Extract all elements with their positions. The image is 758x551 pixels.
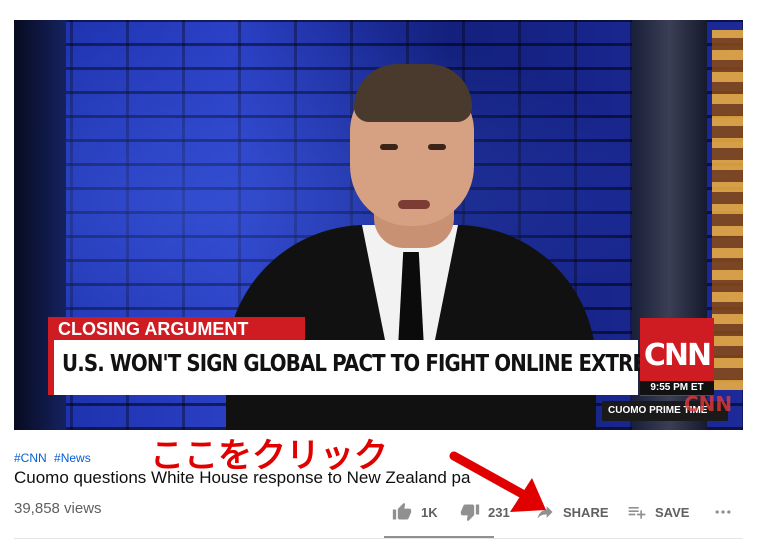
like-count: 1K: [421, 504, 438, 520]
thumbs-up-icon: [392, 502, 412, 520]
share-label: SHARE: [563, 504, 609, 520]
studio-lights: [712, 30, 743, 390]
more-horizontal-icon: [715, 510, 731, 514]
anchor-eye: [428, 144, 446, 150]
hashtag-link[interactable]: #News: [54, 451, 91, 465]
section-divider: [14, 538, 743, 539]
annotation-callout: ここをクリック: [150, 436, 388, 476]
anchor-hair: [354, 64, 472, 122]
headline-text: U.S. WON'T SIGN GLOBAL PACT TO FIGHT ONL…: [62, 351, 704, 377]
save-button[interactable]: SAVE: [627, 502, 689, 522]
hashtag-list: #CNN #News: [14, 451, 95, 465]
like-button[interactable]: 1K: [392, 502, 438, 522]
view-count: 39,858 views: [14, 500, 102, 517]
video-player[interactable]: CLOSING ARGUMENT U.S. WON'T SIGN GLOBAL …: [14, 20, 743, 430]
playlist-add-icon: [628, 507, 646, 519]
more-actions-button[interactable]: [712, 502, 734, 522]
save-label: SAVE: [655, 504, 690, 520]
cnn-watermark: CNN: [684, 392, 733, 416]
lower-third-headline: U.S. WON'T SIGN GLOBAL PACT TO FIGHT ONL…: [48, 340, 704, 395]
anchor-eye: [380, 144, 398, 150]
anchor-mouth: [398, 200, 430, 209]
hashtag-link[interactable]: #CNN: [14, 451, 47, 465]
lower-third-label: CLOSING ARGUMENT: [48, 317, 305, 341]
cnn-logo: CNN: [643, 338, 712, 373]
annotation-arrow-icon: [449, 451, 546, 512]
